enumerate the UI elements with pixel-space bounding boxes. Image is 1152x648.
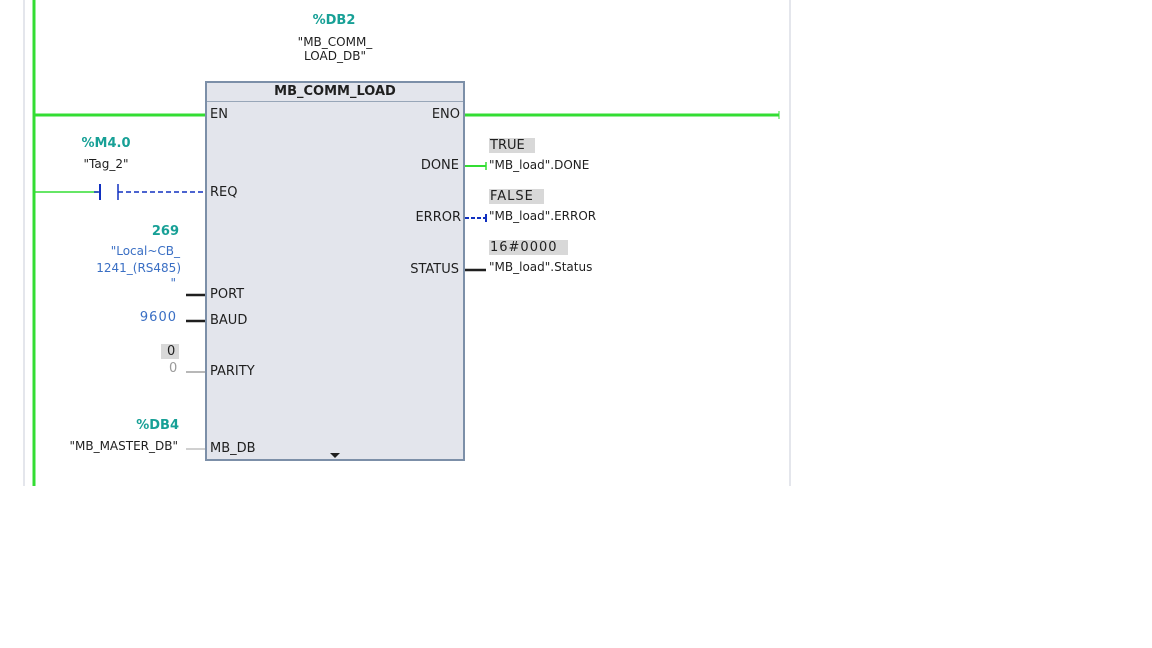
req-contact-address[interactable]: %M4.0 xyxy=(76,137,136,150)
instance-db-address: %DB2 xyxy=(312,13,356,28)
req-contact-tag[interactable]: "Tag_2" xyxy=(66,158,146,170)
pin-done: DONE xyxy=(420,158,459,173)
pin-port: PORT xyxy=(210,287,245,302)
expand-arrow-icon[interactable] xyxy=(330,453,340,458)
error-output-tag[interactable]: "MB_load".ERROR xyxy=(489,210,596,222)
pin-baud: BAUD xyxy=(210,313,248,328)
error-monitor-value: FALSE xyxy=(489,189,544,204)
pin-req: REQ xyxy=(210,185,238,200)
mb-db-tag[interactable]: "MB_MASTER_DB" xyxy=(69,440,178,452)
pin-error: ERROR xyxy=(415,210,461,225)
pin-mb-db: MB_DB xyxy=(210,441,256,456)
parity-value[interactable]: 0 xyxy=(169,362,177,375)
instance-db-name-line1: "MB_COMM_ xyxy=(297,35,373,49)
baud-value[interactable]: 9600 xyxy=(140,311,177,324)
status-monitor-value: 16#0000 xyxy=(489,240,568,255)
done-monitor-value: TRUE xyxy=(489,138,535,153)
pin-en: EN xyxy=(210,107,228,122)
mb-db-address[interactable]: %DB4 xyxy=(136,419,179,432)
port-symbol-line2[interactable]: 1241_(RS485) xyxy=(96,262,181,274)
pin-status: STATUS xyxy=(410,262,459,277)
pin-parity: PARITY xyxy=(210,364,255,379)
instance-db-name-line2: LOAD_DB" xyxy=(304,49,366,63)
port-value[interactable]: 269 xyxy=(152,225,179,238)
status-output-tag[interactable]: "MB_load".Status xyxy=(489,261,592,273)
block-title: MB_COMM_LOAD xyxy=(207,83,463,102)
parity-monitor-value: 0 xyxy=(161,344,180,359)
pin-eno: ENO xyxy=(431,107,460,122)
port-symbol-line3: " xyxy=(170,276,176,290)
done-output-tag[interactable]: "MB_load".DONE xyxy=(489,159,589,171)
port-symbol-line1[interactable]: "Local~CB_ xyxy=(111,245,180,257)
